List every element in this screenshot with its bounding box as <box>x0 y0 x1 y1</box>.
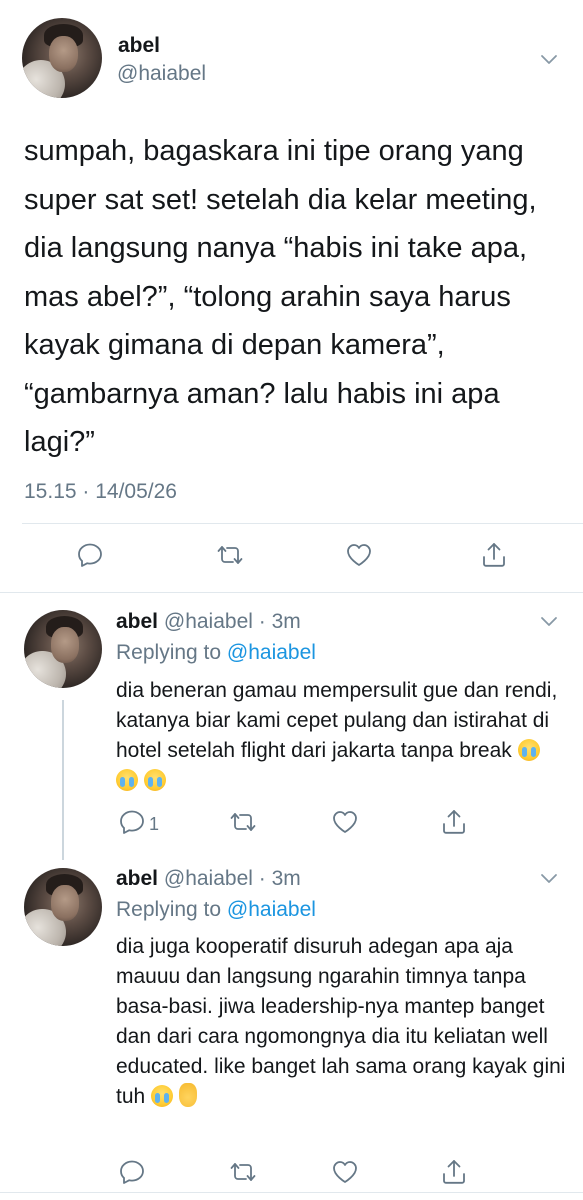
chevron-down-icon[interactable] <box>540 54 558 66</box>
tweet-timestamp[interactable]: 15.15 · 14/05/26 <box>24 480 177 504</box>
reply-icon[interactable] <box>118 1158 146 1186</box>
share-icon[interactable] <box>440 808 468 836</box>
reply-header[interactable]: abel @haiabel · 3m <box>116 867 301 891</box>
divider <box>22 523 583 524</box>
like-icon[interactable] <box>345 541 373 569</box>
like-icon[interactable] <box>331 808 359 836</box>
author-name[interactable]: abel <box>118 34 160 58</box>
divider <box>0 592 583 593</box>
reply-body: dia juga kooperatif disuruh adegan apa a… <box>116 935 566 1108</box>
replying-to: Replying to @haiabel <box>116 898 316 922</box>
loudly-crying-face-icon <box>144 769 166 791</box>
retweet-icon[interactable] <box>229 808 257 836</box>
reply-count: 1 <box>149 814 160 834</box>
reply-body: dia beneran gamau mempersulit gue dan re… <box>116 679 558 762</box>
reply-text: dia juga kooperatif disuruh adegan apa a… <box>116 932 566 1112</box>
loudly-crying-face-icon <box>517 739 540 761</box>
reply-text: dia beneran gamau mempersulit gue dan re… <box>116 676 566 796</box>
retweet-icon[interactable] <box>229 1158 257 1186</box>
tweet-text: sumpah, bagaskara ini tipe orang yang su… <box>24 135 537 458</box>
like-icon[interactable] <box>331 1158 359 1186</box>
retweet-icon[interactable] <box>216 541 244 569</box>
avatar[interactable] <box>24 868 102 946</box>
reply-icon[interactable] <box>76 541 104 569</box>
reply-header[interactable]: abel @haiabel · 3m <box>116 610 301 634</box>
avatar[interactable] <box>22 18 102 98</box>
replying-to: Replying to @haiabel <box>116 641 316 665</box>
author-handle[interactable]: @haiabel · 3m <box>164 867 301 890</box>
loudly-crying-face-icon <box>116 769 138 791</box>
share-icon[interactable] <box>440 1158 468 1186</box>
pinched-fingers-hand-icon <box>179 1083 198 1107</box>
author-handle[interactable]: @haiabel · 3m <box>164 610 301 633</box>
divider <box>0 1192 583 1193</box>
reply-icon[interactable] <box>118 808 146 836</box>
avatar[interactable] <box>24 610 102 688</box>
loudly-crying-face-icon <box>151 1085 174 1107</box>
replying-to-label: Replying to <box>116 898 227 921</box>
chevron-down-icon[interactable] <box>540 616 558 628</box>
replying-to-link[interactable]: @haiabel <box>227 641 316 664</box>
share-icon[interactable] <box>480 541 508 569</box>
thread-connector <box>62 700 64 860</box>
chevron-down-icon[interactable] <box>540 873 558 885</box>
author-name[interactable]: abel <box>116 867 158 890</box>
replying-to-link[interactable]: @haiabel <box>227 898 316 921</box>
author-name[interactable]: abel <box>116 610 158 633</box>
author-handle[interactable]: @haiabel <box>117 62 206 86</box>
replying-to-label: Replying to <box>116 641 227 664</box>
